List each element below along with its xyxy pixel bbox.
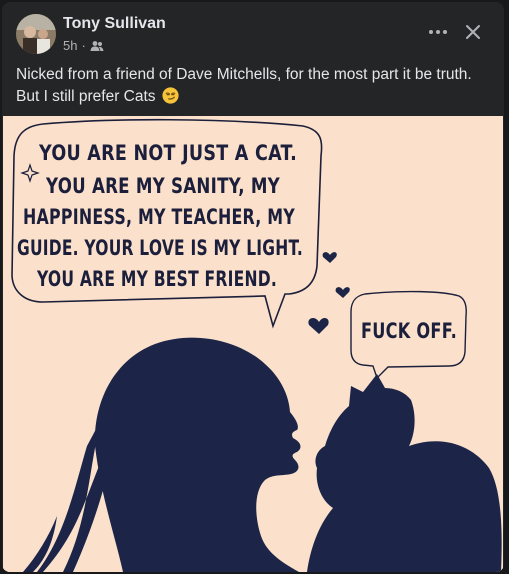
friends-icon[interactable]	[90, 40, 104, 52]
bubble-line-1: YOU ARE NOT JUST A CAT.	[38, 141, 297, 165]
post-image[interactable]: YOU ARE NOT JUST A CAT. YOU ARE MY SANIT…	[3, 116, 503, 572]
caption-line-1: Nicked from a friend of Dave Mitchells, …	[16, 66, 472, 83]
smirk-emoji-icon	[162, 87, 179, 104]
post-caption: Nicked from a friend of Dave Mitchells, …	[16, 64, 494, 108]
caption-line-2-wrap: But I still prefer Cats	[16, 86, 494, 108]
bubble-line-4: GUIDE. YOUR LOVE IS MY LIGHT.	[17, 236, 303, 260]
bubble-line-2: YOU ARE MY SANITY, MY	[45, 174, 280, 198]
caption-line-2: But I still prefer Cats	[16, 88, 156, 105]
post-image-art: YOU ARE NOT JUST A CAT. YOU ARE MY SANIT…	[3, 116, 503, 572]
post-card: Tony Sullivan 5h · Nicked from a friend …	[2, 2, 504, 572]
cat-reply: FUCK OFF.	[361, 319, 457, 343]
author-name[interactable]: Tony Sullivan	[63, 15, 166, 33]
bubble-line-5: YOU ARE MY BEST FRIEND.	[36, 267, 277, 291]
close-icon	[466, 25, 480, 39]
bubble-line-3: HAPPINESS, MY TEACHER, MY	[23, 205, 295, 229]
close-button[interactable]	[460, 19, 486, 45]
author-avatar[interactable]	[16, 14, 56, 54]
post-meta: 5h ·	[63, 38, 104, 53]
post-time[interactable]: 5h	[63, 38, 77, 53]
avatar-photo	[16, 14, 56, 54]
meta-separator: ·	[81, 38, 86, 53]
more-options-button[interactable]	[425, 19, 451, 45]
more-options-icon	[429, 30, 447, 34]
